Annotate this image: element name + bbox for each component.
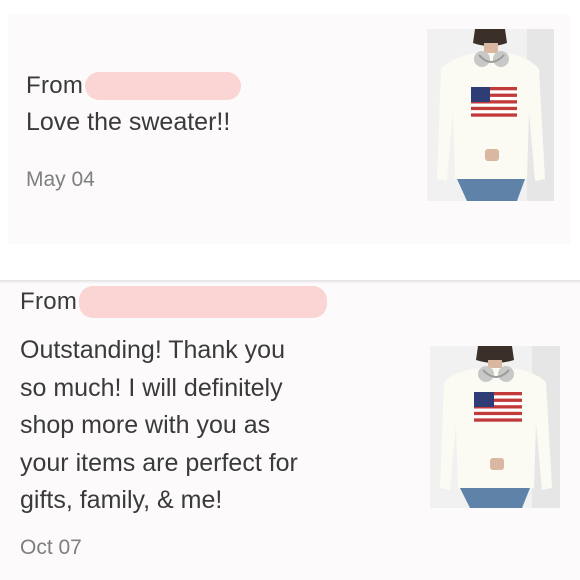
- product-photo[interactable]: [427, 29, 554, 201]
- product-photo[interactable]: [430, 346, 560, 508]
- redacted-username: [85, 72, 242, 100]
- from-label: From: [20, 288, 78, 315]
- review-message: Outstanding! Thank you so much! I will d…: [20, 332, 390, 520]
- redacted-username: [79, 286, 328, 318]
- review-date: Oct 07: [20, 536, 82, 559]
- review-message-line: so much! I will definitely: [20, 373, 283, 402]
- review-date: May 04: [26, 168, 95, 191]
- reviews-page: From Love the sweater!! May 04 From Outs…: [0, 0, 580, 580]
- review-message-line: Outstanding! Thank you: [20, 336, 285, 364]
- review-sender-row: From: [20, 286, 328, 318]
- review-message: Love the sweater!!: [26, 104, 230, 142]
- review-message-line: gifts, family, & me!: [20, 486, 223, 514]
- review-message-line: Love the sweater!!: [26, 108, 231, 136]
- review-message-line: your items are perfect for: [20, 448, 298, 477]
- review-card: From Outstanding! Thank you so much! I w…: [0, 284, 580, 580]
- review-sender-row: From: [26, 72, 242, 100]
- from-label: From: [26, 72, 84, 99]
- review-message-line: shop more with you as: [20, 411, 271, 439]
